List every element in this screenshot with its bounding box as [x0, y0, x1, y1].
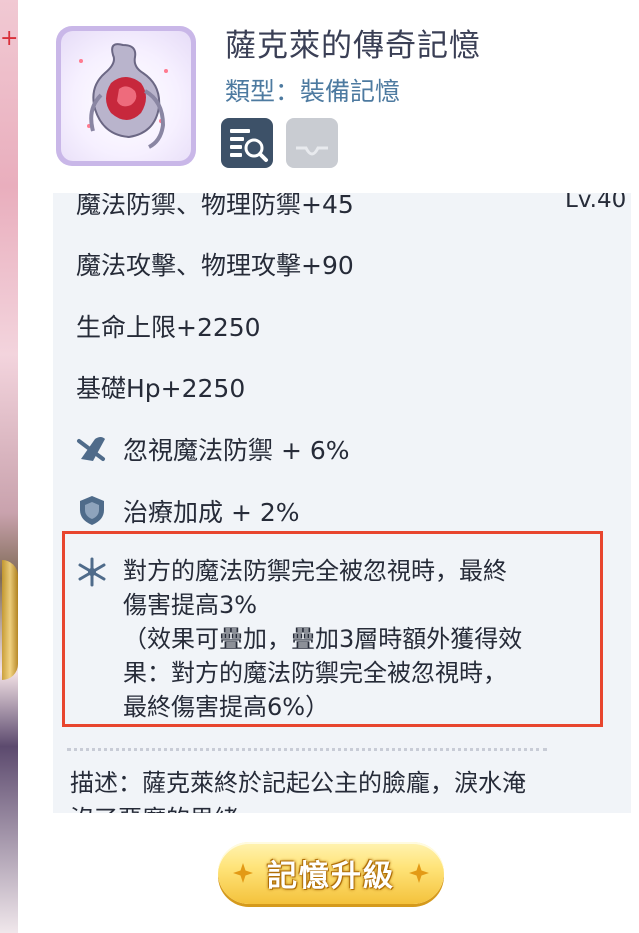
upgrade-button-label: 記憶升級: [267, 859, 395, 894]
tray-icon[interactable]: [286, 118, 338, 168]
plus-decoration-icon: +: [0, 26, 19, 51]
shield-icon: [75, 493, 109, 527]
stat-row-max-hp: 生命上限+2250: [76, 313, 261, 342]
stat-row-base-hp: 基礎Hp+2250: [76, 374, 246, 403]
ignore-defense-icon: [75, 431, 109, 465]
gold-ornament: [2, 560, 18, 680]
skill-description: 對方的魔法防禦完全被忽視時，最終 傷害提高3% （效果可疊加，疊加3層時額外獲得…: [123, 554, 603, 724]
sparkle-icon: [409, 863, 429, 883]
description-line: 沒了惡魔的思緒: [70, 801, 630, 813]
skill-line: 果：對方的魔法防禦完全被忽視時，: [123, 659, 507, 687]
memory-upgrade-button[interactable]: 記憶升級: [218, 842, 444, 904]
description-line: 描述：薩克萊終於記起公主的臉龐，淚水淹: [70, 769, 526, 797]
magnify-detail-icon[interactable]: [221, 118, 273, 168]
game-background-strip: +: [0, 0, 18, 933]
memory-item-icon: [56, 26, 196, 166]
memory-detail-panel: 薩克萊的傳奇記憶 類型：裝備記憶 魔法防禦、物理防禦+45 Lv.40 魔法攻擊…: [18, 0, 639, 933]
skill-line: 傷害提高3%: [123, 591, 258, 619]
skill-line: 最終傷害提高6%）: [123, 693, 330, 721]
stat-row-attack: 魔法攻擊、物理攻擊+90: [76, 251, 354, 280]
item-type-label: 類型：裝備記憶: [225, 77, 401, 106]
skill-line: （效果可疊加，疊加3層時額外獲得效: [123, 625, 523, 653]
snowflake-icon: [75, 555, 109, 589]
skill-line: 對方的魔法防禦完全被忽視時，最終: [123, 557, 507, 585]
item-title: 薩克萊的傳奇記憶: [225, 28, 481, 64]
divider: [67, 748, 547, 751]
sparkle-icon: [233, 863, 253, 883]
level-label: Lv.40: [565, 193, 627, 213]
stats-scroll-area[interactable]: 魔法防禦、物理防禦+45 Lv.40 魔法攻擊、物理攻擊+90 生命上限+225…: [53, 193, 631, 813]
bonus-ignore-magic-defense: 忽視魔法防禦 + 6%: [123, 436, 350, 465]
lore-description: 描述：薩克萊終於記起公主的臉龐，淚水淹 沒了惡魔的思緒: [70, 765, 630, 813]
bonus-healing: 治療加成 + 2%: [123, 498, 300, 527]
stat-row-defense: 魔法防禦、物理防禦+45: [76, 193, 354, 219]
